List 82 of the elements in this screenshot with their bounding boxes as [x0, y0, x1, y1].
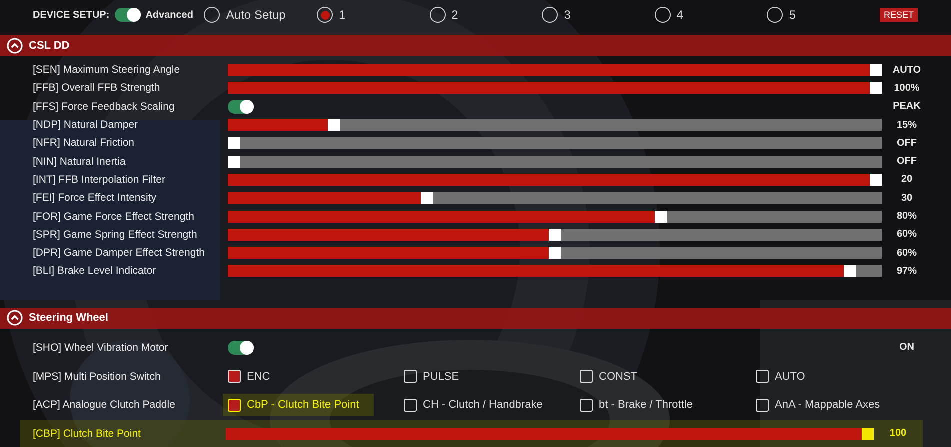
reset-button[interactable]: RESET: [880, 8, 918, 22]
slider-track[interactable]: [228, 247, 882, 260]
slider-track[interactable]: [228, 192, 882, 204]
setting-label: [SEN] Maximum Steering Angle: [33, 64, 182, 76]
setting-label: [ACP] Analogue Clutch Paddle: [33, 399, 176, 412]
setting-value: 100: [888, 428, 908, 440]
slider-thumb[interactable]: [420, 192, 433, 204]
advanced-toggle[interactable]: [114, 8, 141, 22]
slider-thumb[interactable]: [870, 82, 882, 94]
preset-radio[interactable]: 2: [430, 7, 542, 23]
setting-label: [INT] FFB Interpolation Filter: [33, 174, 166, 186]
slider-track[interactable]: [228, 174, 882, 186]
slider-track[interactable]: [228, 119, 882, 132]
slider-track[interactable]: [226, 428, 874, 440]
setting-value: 100%: [893, 82, 921, 94]
slider-track[interactable]: [228, 210, 882, 223]
preset-radio[interactable]: 1: [317, 7, 430, 23]
setting-label: [FFB] Overall FFB Strength: [33, 82, 162, 94]
setting-label: [FEI] Force Effect Intensity: [33, 192, 158, 204]
option-label: CbP - Clutch Bite Point: [247, 399, 360, 412]
preset-radio[interactable]: 4: [654, 7, 768, 23]
slider-track[interactable]: [228, 265, 882, 278]
setting-label: [CBP] Clutch Bite Point: [33, 428, 142, 440]
slider-track[interactable]: [228, 82, 882, 94]
option-label: PULSE: [423, 370, 460, 383]
setting-value: 97%: [896, 266, 918, 277]
checkbox[interactable]: [228, 370, 241, 384]
setting-value: AUTO: [892, 64, 922, 76]
slider-thumb[interactable]: [549, 228, 561, 241]
setting-label: [FOR] Game Force Effect Strength: [33, 210, 196, 223]
setting-value: OFF: [896, 138, 918, 149]
advanced-label: Advanced: [146, 10, 194, 20]
option-label: ENC: [247, 370, 270, 383]
checkbox[interactable]: [756, 370, 769, 384]
slider-thumb[interactable]: [228, 156, 240, 168]
setting-label: [NIN] Natural Inertia: [33, 156, 127, 168]
collapse-icon[interactable]: [7, 38, 23, 54]
setting-label: [FFS] Force Feedback Scaling: [33, 100, 176, 113]
section-header[interactable]: CSL DD: [0, 35, 951, 56]
slider-thumb[interactable]: [328, 119, 340, 132]
slider-thumb[interactable]: [228, 137, 240, 150]
option-label: bt - Brake / Throttle: [599, 399, 693, 412]
checkbox[interactable]: [580, 398, 593, 412]
setting-value: 60%: [896, 229, 918, 240]
slider-track[interactable]: [228, 156, 882, 168]
setting-value: PEAK: [892, 101, 922, 112]
preset-radio[interactable]: 5: [767, 7, 880, 23]
checkbox[interactable]: [580, 370, 593, 384]
slider-track[interactable]: [228, 228, 882, 241]
slider-thumb[interactable]: [870, 64, 882, 76]
slider-track[interactable]: [228, 137, 882, 150]
setting-value: 20: [900, 174, 914, 186]
device-setup-label: DEVICE SETUP:: [33, 10, 110, 20]
setting-value: 60%: [896, 248, 918, 259]
preset-radio[interactable]: Auto Setup: [204, 7, 318, 23]
option-label: AnA - Mappable Axes: [775, 399, 880, 412]
setting-label: [SHO] Wheel Vibration Motor: [33, 342, 170, 354]
setting-label: [MPS] Multi Position Switch: [33, 370, 162, 383]
section-header[interactable]: Steering Wheel: [0, 308, 951, 329]
checkbox[interactable]: [404, 398, 417, 412]
slider-thumb[interactable]: [549, 247, 561, 260]
setting-label: [NDP] Natural Damper: [33, 119, 140, 132]
setting-value: 30: [900, 192, 914, 204]
collapse-icon[interactable]: [7, 310, 23, 326]
setting-value: 15%: [896, 120, 918, 131]
checkbox[interactable]: [756, 398, 769, 412]
checkbox[interactable]: [404, 370, 417, 384]
slider-thumb[interactable]: [844, 265, 856, 278]
setting-value: 80%: [896, 211, 918, 222]
setting-label: [BLI] Brake Level Indicator: [33, 265, 158, 278]
setting-label: [SPR] Game Spring Effect Strength: [33, 228, 198, 241]
preset-radio[interactable]: 3: [542, 7, 655, 23]
checkbox[interactable]: [228, 398, 241, 412]
setting-label: [NFR] Natural Friction: [33, 137, 136, 150]
option-label: CONST: [599, 370, 638, 383]
setting-value: OFF: [896, 156, 918, 168]
slider-track[interactable]: [228, 64, 882, 76]
option-label: AUTO: [775, 370, 806, 383]
setting-value: ON: [898, 342, 916, 354]
setting-label: [DPR] Game Damper Effect Strength: [33, 247, 206, 260]
option-label: CH - Clutch / Handbrake: [423, 399, 543, 412]
slider-thumb[interactable]: [870, 174, 882, 186]
